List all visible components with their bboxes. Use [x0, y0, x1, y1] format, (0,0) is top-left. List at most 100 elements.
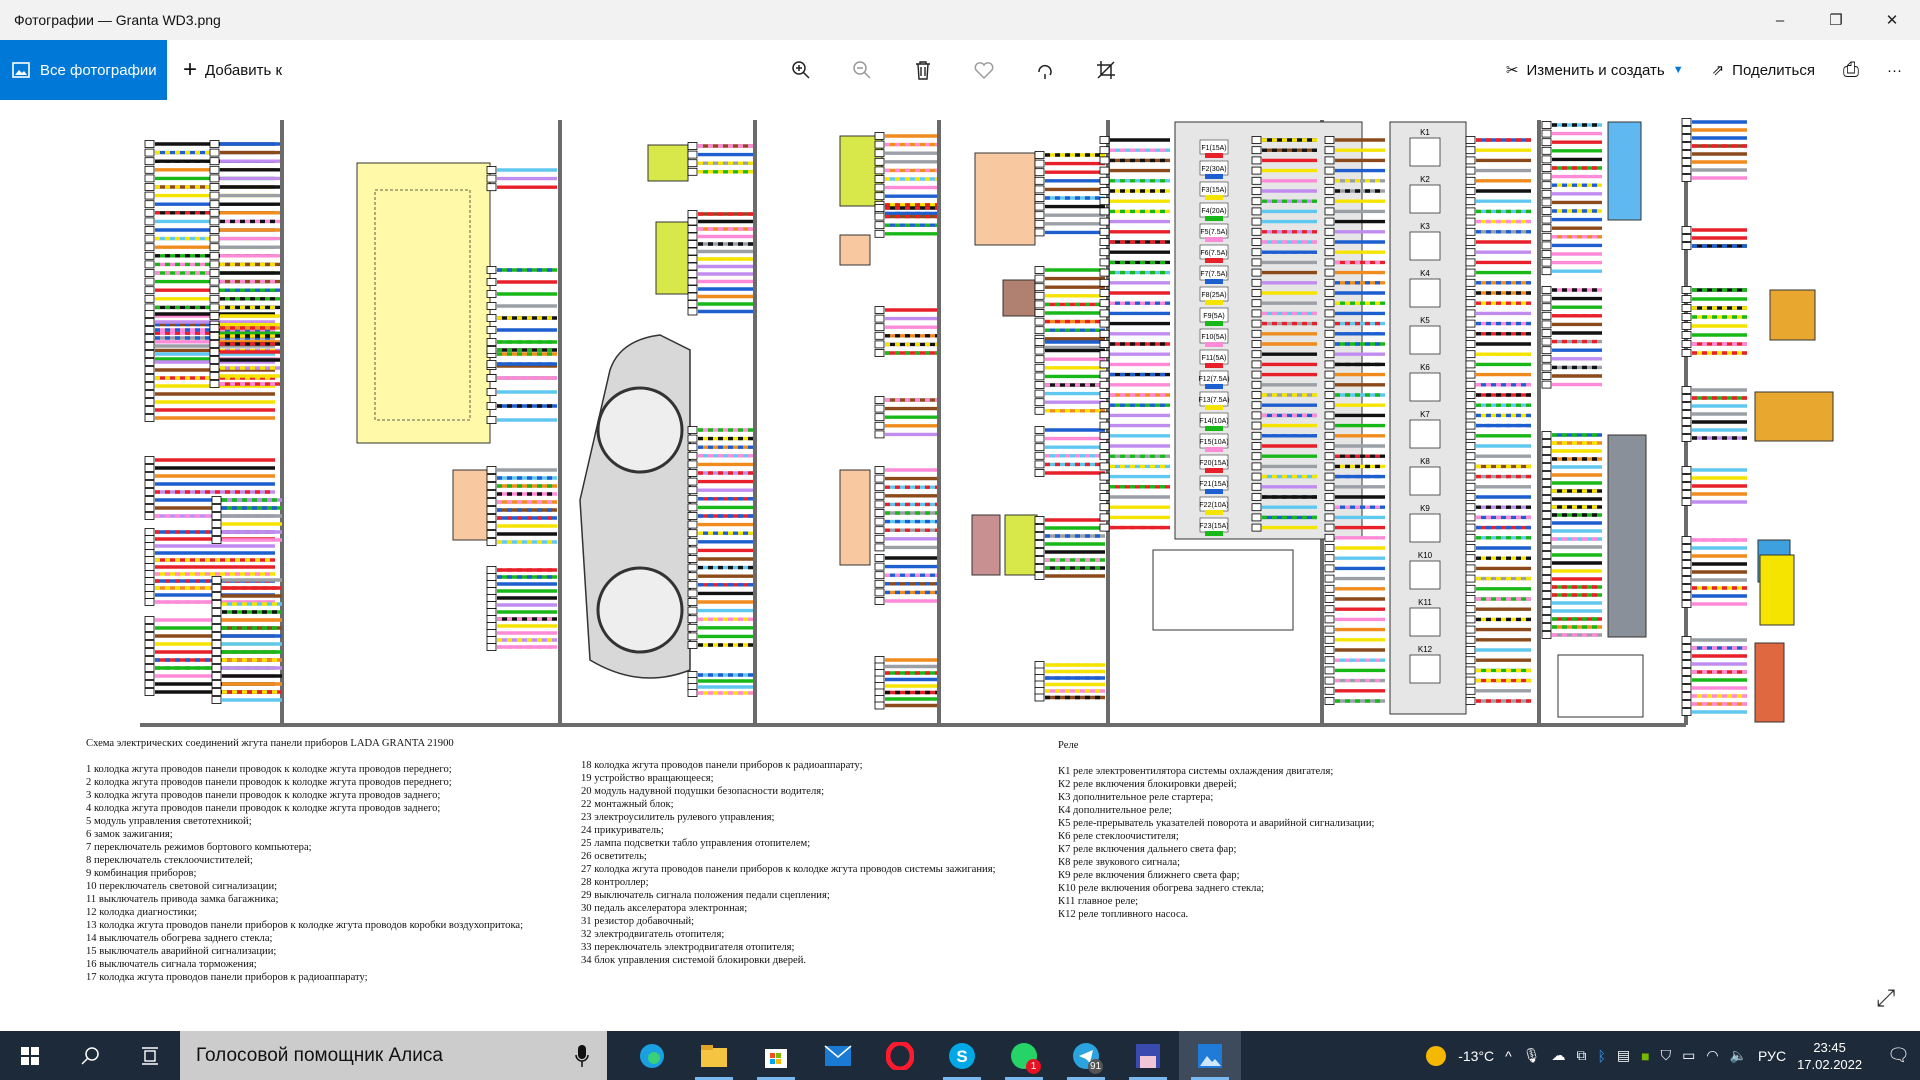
volume-icon[interactable]: 🔈 — [1730, 1047, 1747, 1064]
fullscreen-expand-icon[interactable]: ⤢ — [1876, 985, 1902, 1012]
all-photos-button[interactable]: Все фотографии — [0, 40, 167, 100]
connector-pin — [1324, 156, 1335, 165]
connector-pin — [1465, 462, 1476, 471]
connector-pin — [1465, 309, 1476, 318]
bluetooth-icon[interactable]: ᛒ — [1598, 1048, 1606, 1064]
microsoft-store-app[interactable] — [745, 1031, 807, 1080]
connector-pin — [486, 338, 497, 346]
fuse-label: F7(7.5A) — [1200, 271, 1227, 278]
connector-pin — [1681, 134, 1692, 142]
zoom-out-icon[interactable] — [851, 59, 873, 81]
minimize-button[interactable]: – — [1752, 0, 1808, 40]
add-to-button[interactable]: + Добавить к — [183, 56, 282, 84]
crop-icon[interactable] — [1095, 59, 1117, 81]
connector-pin — [1681, 544, 1692, 552]
connector-pin — [1681, 584, 1692, 592]
maximize-button[interactable]: ❐ — [1808, 0, 1864, 40]
connector-pin — [687, 167, 698, 176]
mail-app[interactable] — [807, 1031, 869, 1080]
connector-pin — [1324, 391, 1335, 399]
telegram-app[interactable]: 91 — [1055, 1031, 1117, 1080]
connector-pin — [874, 404, 885, 413]
language-indicator[interactable]: РУС — [1758, 1048, 1786, 1064]
connector-pin — [1465, 146, 1476, 155]
opera-app[interactable] — [869, 1031, 931, 1080]
search-icon[interactable] — [60, 1031, 120, 1080]
battery-icon[interactable]: ▭ — [1682, 1047, 1695, 1064]
connector-pin — [1681, 118, 1692, 126]
clock[interactable]: 23:45 17.02.2022 — [1797, 1039, 1862, 1073]
skype-app[interactable]: S — [931, 1031, 993, 1080]
connector-pin — [1034, 572, 1045, 580]
favorite-heart-icon[interactable] — [973, 59, 995, 81]
close-button[interactable]: ✕ — [1864, 0, 1920, 40]
connector-pin — [1324, 197, 1335, 206]
delete-icon[interactable] — [912, 59, 934, 81]
airbag-rotary — [974, 152, 1036, 246]
connector-pin — [144, 672, 155, 680]
connector-pin — [1541, 354, 1552, 363]
connector-pin — [1034, 406, 1045, 415]
connector-pin — [1465, 666, 1476, 675]
connector-pin — [144, 326, 155, 334]
wifi-icon[interactable]: ◠ — [1706, 1047, 1718, 1064]
connector-pin — [486, 530, 497, 538]
share-button[interactable]: ⇗ Поделиться — [1712, 61, 1815, 80]
connector-pin — [1099, 329, 1110, 338]
microphone-icon[interactable] — [575, 1044, 589, 1068]
file-explorer-app[interactable] — [683, 1031, 745, 1080]
fuse-color — [1205, 510, 1223, 515]
edge-app[interactable] — [621, 1031, 683, 1080]
connector-pin — [486, 402, 497, 410]
usb-icon[interactable]: ⧉ — [1577, 1047, 1587, 1064]
fuse-layout-table — [1152, 549, 1294, 631]
whatsapp-app[interactable]: 1 — [993, 1031, 1055, 1080]
nvidia-icon[interactable]: ■ — [1641, 1048, 1649, 1064]
connector-pin — [687, 142, 698, 150]
connector-pin — [209, 303, 220, 312]
tray-chevron-up-icon[interactable]: ^ — [1505, 1048, 1512, 1064]
connector-pin — [874, 500, 885, 509]
connector-pin — [486, 514, 497, 522]
connector-pin — [1465, 197, 1476, 206]
relay-label: K6 — [1420, 363, 1430, 372]
connector-pin — [1541, 519, 1552, 527]
connector-pin — [1251, 238, 1262, 246]
fuse-label: F14(10A) — [1199, 418, 1228, 425]
notifications-icon[interactable]: 🗨 — [1887, 1045, 1910, 1066]
zoom-in-icon[interactable] — [790, 59, 812, 81]
image-viewer[interactable]: F1(15A) F2(30A) F3(15A) F4(20A) F5(7.5A) F6(7… — [0, 100, 1920, 1031]
floppy-app[interactable] — [1117, 1031, 1179, 1080]
edit-create-button[interactable]: ✂ Изменить и создать ▼ — [1506, 61, 1684, 80]
print-icon[interactable]: ⎙ — [1843, 59, 1859, 82]
connector-pin — [209, 372, 220, 380]
connector-pin — [1465, 442, 1476, 450]
legend-item: 3 колодка жгута проводов панели проводок… — [86, 790, 441, 801]
task-view-icon[interactable] — [120, 1031, 180, 1080]
start-windows-icon[interactable] — [0, 1031, 60, 1080]
legend-item: 32 электродвигатель отопителя; — [581, 929, 725, 940]
connector-pin — [211, 600, 222, 608]
connector-pin — [486, 506, 497, 514]
alice-voice-assistant[interactable]: Голосовой помощник Алиса — [180, 1031, 607, 1080]
connector-pin — [1541, 121, 1552, 129]
photos-app[interactable] — [1179, 1031, 1241, 1080]
microphone-tray-icon[interactable]: 🎙 — [1523, 1047, 1541, 1064]
fuse-label: F23(15A) — [1199, 523, 1228, 530]
legend-item: 25 лампа подсветки табло управления отоп… — [581, 838, 811, 849]
hdd-icon[interactable]: ▤ — [1617, 1047, 1630, 1064]
connector-pin — [1465, 615, 1476, 624]
rotate-icon[interactable] — [1034, 59, 1056, 81]
connector-pin — [1324, 227, 1335, 236]
all-photos-label: Все фотографии — [40, 61, 157, 79]
connector-pin — [1034, 532, 1045, 540]
connector-pin — [486, 388, 497, 396]
weather-temp[interactable]: -13°C — [1458, 1048, 1494, 1064]
more-button[interactable]: ··· — [1887, 62, 1902, 79]
security-shield-icon[interactable]: ⛉ — [1661, 1047, 1672, 1064]
connector-pin — [1034, 372, 1045, 381]
connector-pin — [1034, 516, 1045, 524]
connector-pin — [144, 648, 155, 656]
onedrive-icon[interactable]: ☁ — [1552, 1047, 1566, 1064]
weather-sun-icon[interactable] — [1425, 1045, 1447, 1067]
